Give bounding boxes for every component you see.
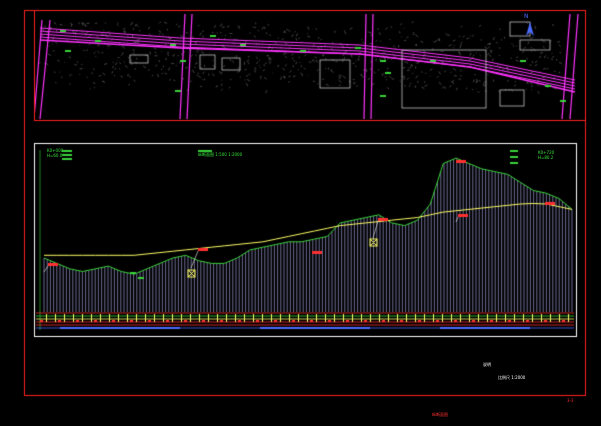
notes-label: 说明 [483, 362, 491, 367]
notes-scale: 比例尺 1:2000 [498, 375, 526, 380]
cad-drawing-canvas [0, 0, 601, 426]
profile-scale-label: 纵断面图 1:500 1:2000 [198, 152, 243, 157]
north-arrow-label: N [524, 13, 529, 20]
sheet-number: 3-3 [567, 398, 574, 403]
profile-legend-top-left-2: H=60.0 [47, 153, 63, 158]
profile-legend-top-right-2: H=80.2 [538, 155, 554, 160]
title-block-label: 纵断面图 [432, 412, 448, 417]
